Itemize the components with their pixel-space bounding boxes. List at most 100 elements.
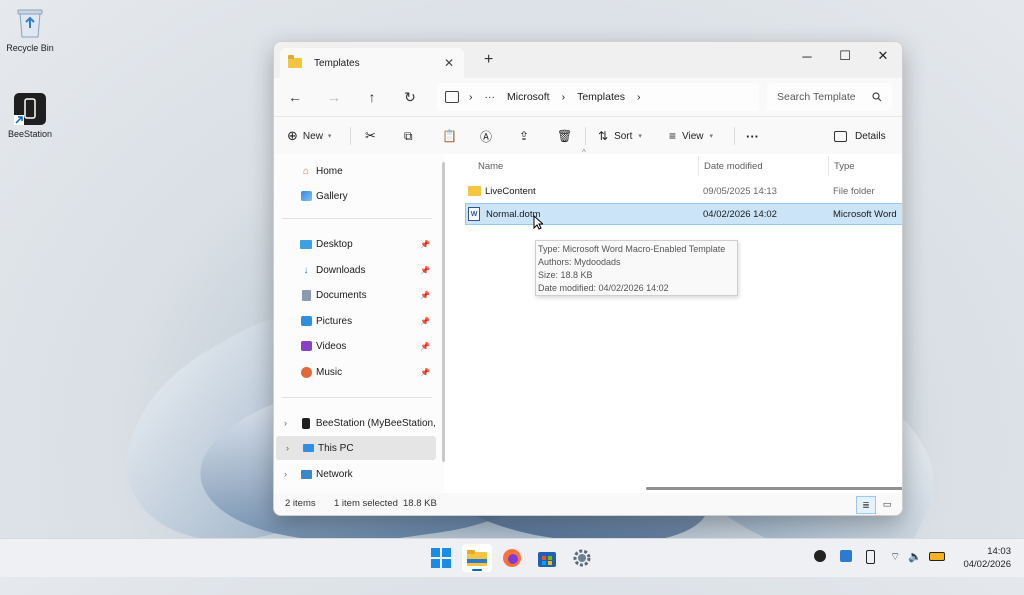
paste-icon[interactable]: 📋 [442, 126, 457, 146]
taskbar-firefox[interactable] [501, 547, 523, 569]
rename-icon[interactable]: Ⓐ [480, 126, 492, 146]
column-separator[interactable] [698, 156, 699, 176]
file-row-livecontent[interactable]: LiveContent 09/05/2025 14:13 File folder [464, 181, 902, 201]
copy-icon[interactable]: ⧉ [404, 126, 413, 146]
home-icon: ⌂ [302, 165, 310, 177]
nav-item-videos[interactable]: Videos 📌 [274, 334, 436, 358]
new-button[interactable]: ⊕ New ▾ [287, 126, 331, 146]
wifi-icon[interactable]: ⌔ [890, 550, 900, 564]
back-icon[interactable]: ← [285, 87, 305, 107]
file-date: 09/05/2025 14:13 [703, 185, 777, 197]
tab-close-icon[interactable]: ✕ [444, 56, 454, 70]
file-row-normal-dotm[interactable]: W Normal.dotm 04/02/2026 14:02 Microsoft… [465, 203, 902, 225]
cut-icon[interactable]: ✂ [365, 126, 376, 146]
column-header-type[interactable]: Type [834, 154, 855, 178]
pin-icon: 📌 [420, 316, 430, 326]
maximize-button[interactable]: ☐ [826, 42, 864, 70]
nav-item-network[interactable]: › Network [274, 462, 436, 486]
status-bar: 2 items 1 item selected 18.8 KB ≣ ▭ [274, 493, 902, 515]
nav-divider [282, 218, 432, 219]
sort-icon: ⇅ [598, 129, 609, 143]
tooltip-authors: Authors: Mydoodads [538, 257, 621, 267]
details-view-icon[interactable]: ≣ [856, 496, 876, 514]
taskbar-store[interactable] [536, 547, 558, 569]
file-name: Normal.dotm [486, 208, 541, 220]
breadcrumb-separator: › [561, 91, 566, 103]
share-icon[interactable]: ⇪ [519, 126, 529, 146]
nav-item-beestation[interactable]: › BeeStation (MyBeeStation, Be [274, 411, 436, 435]
view-label: View [682, 130, 704, 142]
phone-icon[interactable] [866, 550, 875, 567]
nav-item-label: BeeStation (MyBeeStation, Be [315, 417, 436, 429]
nav-item-music[interactable]: Music 📌 [274, 360, 436, 384]
nav-divider [282, 397, 432, 398]
battery-icon[interactable] [929, 550, 945, 562]
details-button[interactable]: Details [834, 126, 886, 146]
title-bar: Templates ✕ + ─ ☐ ✕ [274, 42, 902, 78]
file-type: Microsoft Word [833, 208, 897, 220]
column-header-name[interactable]: Name [478, 154, 503, 178]
details-pane-icon [834, 130, 847, 142]
nav-item-documents[interactable]: Documents 📌 [274, 283, 436, 307]
address-bar[interactable]: › ··· Microsoft › Templates › [437, 83, 759, 111]
nav-item-desktop[interactable]: Desktop 📌 [274, 232, 436, 256]
nav-item-gallery[interactable]: Gallery [274, 184, 436, 208]
active-indicator [472, 569, 482, 571]
minimize-button[interactable]: ─ [788, 42, 826, 70]
tooltip-type: Type: Microsoft Word Macro-Enabled Templ… [538, 244, 726, 254]
view-button[interactable]: ≡ View ▾ [669, 126, 713, 146]
volume-icon[interactable]: 🔈 [908, 550, 922, 563]
breadcrumb-overflow[interactable]: ··· [485, 91, 496, 103]
taskbar-settings[interactable] [571, 547, 593, 569]
sort-label: Sort [614, 130, 633, 142]
pin-icon: 📌 [420, 367, 430, 377]
tiles-view-icon[interactable]: ▭ [878, 496, 896, 512]
breadcrumb-separator: › [469, 91, 473, 103]
forward-icon[interactable]: → [324, 87, 344, 107]
column-header-date[interactable]: Date modified [704, 154, 763, 178]
taskbar: ⌔ 🔈 14:03 04/02/2026 [0, 538, 1024, 577]
defender-icon[interactable] [840, 550, 852, 565]
desktop-icon-recycle-bin[interactable]: Recycle Bin [0, 6, 60, 53]
nav-item-label: Music [316, 366, 343, 378]
nav-item-home[interactable]: ⌂ Home [274, 159, 436, 183]
nav-item-label: Desktop [316, 238, 353, 250]
content-area: ⌂ Home Gallery Desktop 📌 ↓ Downloads 📌 D… [274, 148, 902, 493]
more-options-button[interactable]: ··· [746, 126, 759, 146]
desktop-icon-beestation[interactable]: BeeStation [0, 92, 60, 139]
nav-item-downloads[interactable]: ↓ Downloads 📌 [274, 258, 436, 282]
beestation-icon [300, 417, 312, 429]
horizontal-scrollbar[interactable] [646, 487, 902, 490]
chevron-right-icon: › [286, 443, 289, 453]
refresh-icon[interactable]: ↻ [400, 87, 420, 107]
this-pc-icon [302, 442, 314, 454]
folder-icon [468, 186, 481, 196]
breadcrumb-item-microsoft[interactable]: Microsoft [507, 91, 550, 103]
tab-templates[interactable]: Templates ✕ [280, 48, 464, 78]
search-input[interactable]: Search Template [767, 83, 892, 111]
this-pc-icon [445, 91, 459, 103]
column-separator[interactable] [828, 156, 829, 176]
tooltip-size: Size: 18.8 KB [538, 270, 593, 280]
chevron-down-icon: ▾ [327, 133, 332, 140]
gear-icon [573, 549, 591, 567]
breadcrumb-separator: › [636, 91, 641, 103]
tray-app-icon[interactable] [814, 550, 826, 565]
nav-item-label: Videos [316, 340, 347, 352]
clock-date: 04/02/2026 [963, 559, 1011, 570]
tab-label: Templates [314, 57, 360, 69]
close-button[interactable]: ✕ [864, 42, 902, 70]
breadcrumb-item-templates[interactable]: Templates [577, 91, 625, 103]
nav-item-pictures[interactable]: Pictures 📌 [274, 309, 436, 333]
nav-item-label: Downloads [316, 264, 366, 276]
nav-scrollbar[interactable] [442, 162, 445, 462]
nav-item-this-pc[interactable]: › This PC [276, 436, 436, 460]
start-button[interactable] [430, 547, 452, 569]
new-tab-button[interactable]: + [484, 51, 493, 69]
taskbar-file-explorer[interactable] [462, 544, 492, 572]
up-icon[interactable]: ↑ [362, 87, 382, 107]
search-placeholder: Search Template [777, 91, 856, 103]
sort-button[interactable]: ⇅ Sort ▾ [598, 126, 642, 146]
delete-icon[interactable]: 🗑 [557, 126, 572, 146]
clock[interactable]: 14:03 04/02/2026 [955, 545, 1011, 571]
